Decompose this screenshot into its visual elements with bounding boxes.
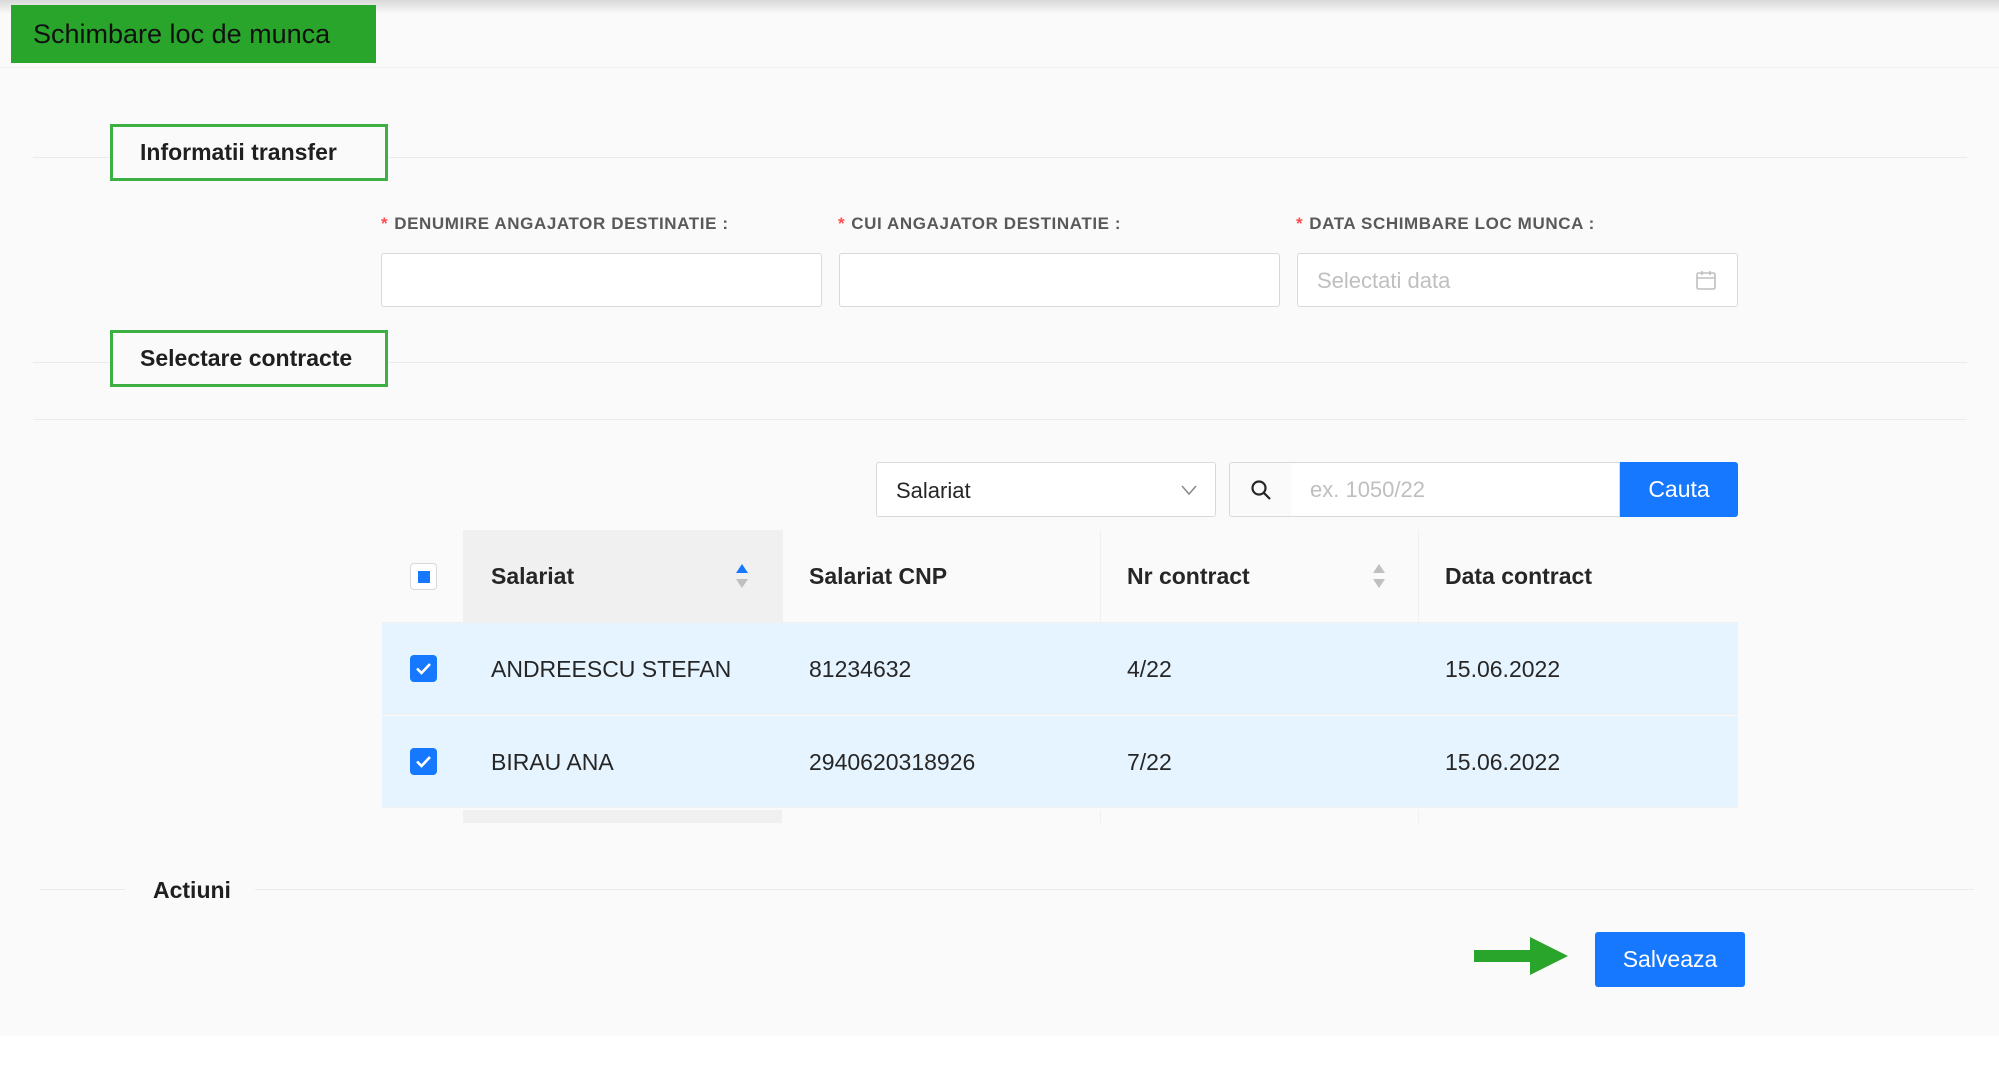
- required-mark: *: [838, 214, 846, 233]
- transfer-date-picker[interactable]: Selectati data: [1297, 253, 1738, 307]
- cell-salariat: BIRAU ANA: [491, 749, 614, 775]
- save-button[interactable]: Salveaza: [1595, 932, 1745, 987]
- column-separator: [1418, 810, 1419, 823]
- header-divider: [0, 67, 1999, 68]
- page-container: Schimbare loc de munca Informatii transf…: [0, 0, 1999, 1036]
- search-input[interactable]: [1291, 462, 1620, 517]
- field-label-employer-cui: * CUI ANGAJATOR DESTINATIE :: [838, 214, 1121, 234]
- section-title-actions: Actiuni: [125, 875, 255, 905]
- column-header-label: Salariat CNP: [809, 563, 948, 589]
- cell-cnp: 81234632: [809, 656, 912, 682]
- sort-icon[interactable]: [735, 562, 749, 590]
- column-separator: [1100, 810, 1101, 823]
- section-divider: [33, 419, 1967, 420]
- employer-name-input[interactable]: [381, 253, 822, 307]
- table-header: Salariat Salariat CNP Nr contract Data c…: [382, 530, 1738, 623]
- cell-data-contract: 15.06.2022: [1445, 749, 1561, 775]
- column-header-label: Data contract: [1445, 563, 1592, 589]
- sort-icon[interactable]: [1372, 562, 1386, 590]
- arrow-right-icon: [1474, 937, 1568, 975]
- search-button[interactable]: Cauta: [1620, 462, 1738, 517]
- section-title-transfer: Informatii transfer: [110, 124, 388, 181]
- checkmark-icon: [416, 756, 431, 768]
- section-divider: [40, 889, 1974, 890]
- column-header-label: Salariat: [491, 563, 575, 589]
- field-label-text: CUI ANGAJATOR DESTINATIE :: [851, 214, 1122, 233]
- required-mark: *: [381, 214, 389, 233]
- employer-cui-input[interactable]: [839, 253, 1280, 307]
- cell-nr-contract: 4/22: [1127, 656, 1172, 682]
- row-checkbox[interactable]: [410, 655, 437, 682]
- search-icon-button[interactable]: [1229, 462, 1292, 517]
- cell-salariat: ANDREESCU STEFAN: [491, 656, 732, 682]
- column-header-cnp: Salariat CNP: [782, 530, 1100, 623]
- field-label-text: DENUMIRE ANGAJATOR DESTINATIE :: [394, 214, 729, 233]
- required-mark: *: [1296, 214, 1304, 233]
- cell-nr-contract: 7/22: [1127, 749, 1172, 775]
- table-row[interactable]: ANDREESCU STEFAN 81234632 4/22 15.06.202…: [382, 623, 1738, 715]
- chevron-down-icon: [1181, 485, 1197, 496]
- column-header-label: Nr contract: [1127, 563, 1250, 589]
- table-footer-strip: [382, 810, 1738, 823]
- table-row[interactable]: BIRAU ANA 2940620318926 7/22 15.06.2022: [382, 716, 1738, 808]
- contracts-table: Salariat Salariat CNP Nr contract Data c…: [382, 530, 1738, 830]
- search-icon: [1251, 480, 1271, 500]
- field-label-employer-name: * DENUMIRE ANGAJATOR DESTINATIE :: [381, 214, 729, 234]
- select-value: Salariat: [896, 478, 971, 503]
- field-label-text: DATA SCHIMBARE LOC MUNCA :: [1309, 214, 1595, 233]
- date-placeholder: Selectati data: [1317, 268, 1451, 293]
- checkmark-icon: [416, 663, 431, 675]
- page-title: Schimbare loc de munca: [11, 5, 376, 63]
- field-label-transfer-date: * DATA SCHIMBARE LOC MUNCA :: [1296, 214, 1595, 234]
- row-checkbox[interactable]: [410, 748, 437, 775]
- cell-data-contract: 15.06.2022: [1445, 656, 1561, 682]
- cell-cnp: 2940620318926: [809, 749, 976, 775]
- search-field-select[interactable]: Salariat: [876, 462, 1216, 517]
- column-header-data-contract: Data contract: [1418, 530, 1738, 623]
- section-title-contracts: Selectare contracte: [110, 330, 388, 387]
- calendar-icon[interactable]: [1695, 269, 1717, 291]
- select-all-checkbox[interactable]: [410, 563, 437, 590]
- sorted-column-strip: [464, 810, 782, 823]
